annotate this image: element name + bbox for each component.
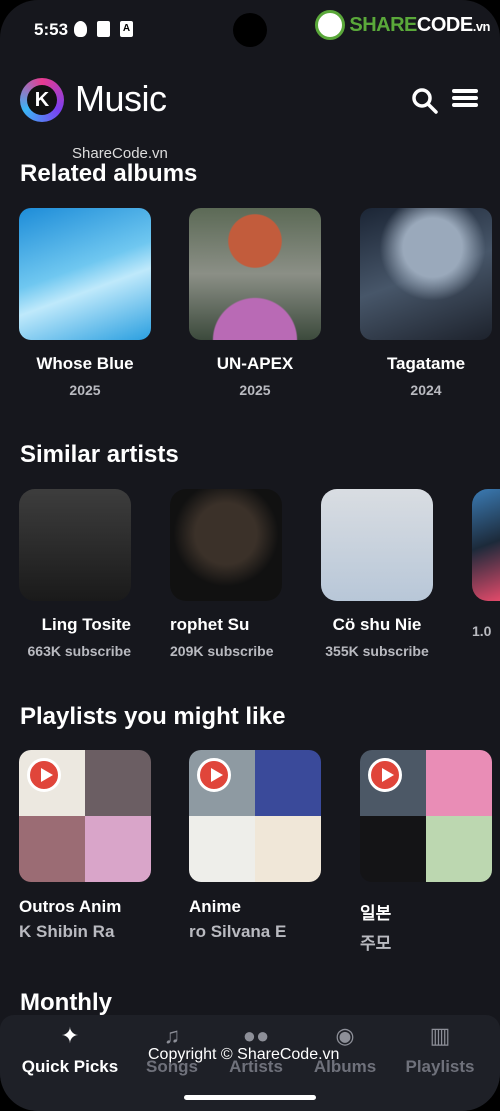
section-title-playlists: Playlists you might like bbox=[20, 703, 286, 730]
camera-cutout bbox=[233, 13, 267, 47]
playlist-cover bbox=[360, 750, 492, 882]
album-cover bbox=[360, 208, 492, 340]
nav-playlists[interactable]: ▥ Playlists bbox=[390, 1023, 490, 1077]
artist-subscribers: 355K subscribe bbox=[325, 643, 429, 659]
playlist-subtitle: ro Silvana E bbox=[189, 922, 287, 941]
library-icon: ▥ bbox=[429, 1023, 451, 1048]
app-title: Music bbox=[75, 78, 167, 119]
playlist-name: Anime bbox=[189, 897, 241, 916]
search-icon bbox=[412, 88, 438, 114]
watermark-logo: SHARECODE.vn bbox=[315, 10, 491, 40]
home-indicator bbox=[184, 1095, 316, 1100]
playlist-subtitle: K Shibin Ra bbox=[19, 922, 115, 941]
nav-label: Quick Picks bbox=[21, 1057, 119, 1076]
phone-screen: 5:53 A SHARECODE.vn K Music ShareCode.vn… bbox=[0, 0, 500, 1111]
artist-photo bbox=[472, 489, 500, 601]
artist-card[interactable]: Ling Tosite 663K subscribe bbox=[19, 489, 131, 659]
status-bar: 5:53 A SHARECODE.vn bbox=[0, 0, 500, 62]
artist-name: rophet Su bbox=[170, 615, 250, 634]
album-title: Tagatame bbox=[386, 354, 466, 373]
sparkles-icon: ✦ bbox=[60, 1023, 80, 1048]
section-title-monthly: Monthly bbox=[20, 989, 112, 1016]
nav-label: Playlists bbox=[405, 1057, 475, 1076]
section-title-related-albums: Related albums bbox=[20, 160, 198, 187]
youtube-music-icon bbox=[197, 758, 231, 792]
album-title: Whose Blue bbox=[36, 354, 134, 373]
album-cover bbox=[189, 208, 321, 340]
album-card[interactable]: Whose Blue 2025 bbox=[19, 208, 151, 398]
album-card[interactable]: UN-APEX 2025 bbox=[189, 208, 321, 398]
artist-name: Ling Tosite bbox=[41, 615, 131, 634]
search-button[interactable] bbox=[410, 86, 440, 116]
copyright-watermark: Copyright © ShareCode.vn bbox=[148, 1046, 340, 1063]
nav-quick-picks[interactable]: ✦ Quick Picks bbox=[20, 1023, 120, 1077]
artist-name: Cö shu Nie bbox=[332, 615, 422, 634]
section-title-similar-artists: Similar artists bbox=[20, 441, 179, 468]
watermark-logo-text: SHARECODE.vn bbox=[349, 13, 490, 36]
a-icon: A bbox=[120, 21, 133, 37]
playlist-name: Outros Anim bbox=[19, 897, 122, 916]
app-logo[interactable]: K bbox=[20, 78, 64, 122]
artist-photo bbox=[19, 489, 131, 601]
playlist-card[interactable] bbox=[189, 750, 321, 882]
status-time: 5:53 bbox=[34, 20, 69, 39]
album-year: 2025 bbox=[239, 382, 271, 398]
youtube-music-icon bbox=[368, 758, 402, 792]
playlist-cover bbox=[189, 750, 321, 882]
menu-button[interactable] bbox=[450, 86, 480, 116]
album-year: 2025 bbox=[69, 382, 101, 398]
playlist-subtitle: 주모 bbox=[360, 934, 392, 953]
artist-subscribers: 209K subscribe bbox=[170, 643, 274, 659]
sharecode-logo-icon bbox=[315, 10, 346, 40]
album-year: 2024 bbox=[410, 382, 442, 398]
app-header: K Music bbox=[20, 76, 480, 126]
youtube-music-icon bbox=[27, 758, 61, 792]
sd-card-icon bbox=[97, 21, 110, 37]
shield-icon bbox=[74, 21, 87, 37]
artist-subscribers: 1.0 bbox=[472, 623, 492, 639]
album-title: UN-APEX bbox=[216, 354, 294, 373]
artist-photo bbox=[321, 489, 433, 601]
artist-subscribers: 663K subscribe bbox=[27, 643, 132, 659]
artist-photo bbox=[170, 489, 282, 601]
album-card[interactable]: Tagatame 2024 bbox=[360, 208, 492, 398]
status-icons: A bbox=[74, 21, 133, 37]
hamburger-icon bbox=[450, 89, 480, 107]
playlist-card[interactable] bbox=[19, 750, 151, 882]
playlist-name: 일본 bbox=[360, 904, 392, 923]
playlist-card[interactable] bbox=[360, 750, 492, 882]
playlist-cover bbox=[19, 750, 151, 882]
artist-card[interactable]: Cö shu Nie 355K subscribe bbox=[321, 489, 433, 659]
artist-card[interactable]: 1.0 bbox=[472, 489, 500, 639]
album-cover bbox=[19, 208, 151, 340]
artist-card[interactable]: rophet Su 209K subscribe bbox=[170, 489, 282, 659]
